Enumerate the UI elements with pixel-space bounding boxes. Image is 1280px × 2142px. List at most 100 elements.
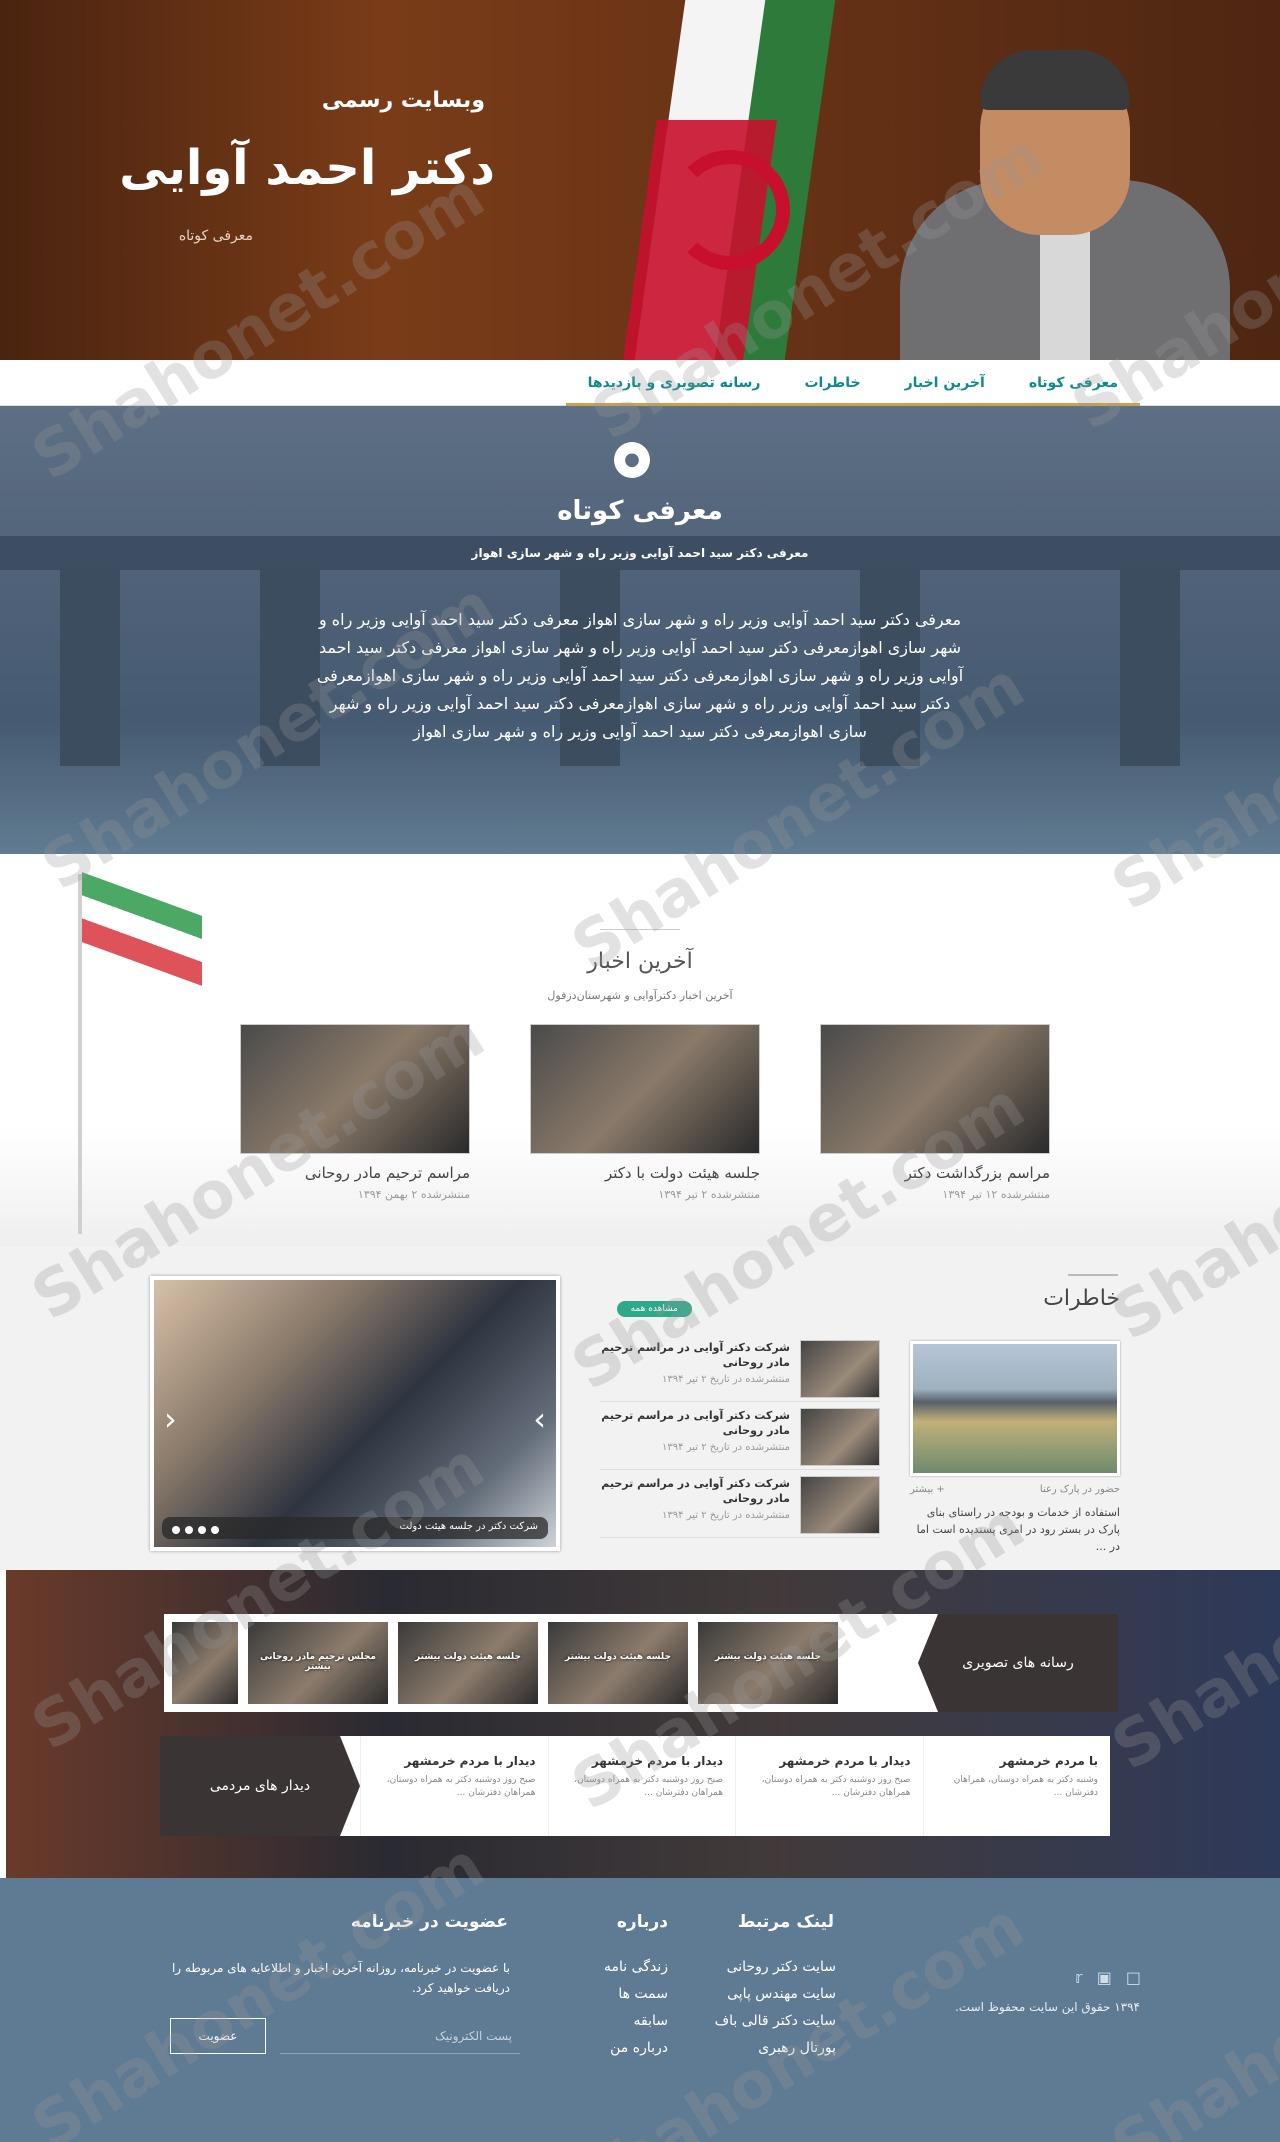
- copyright-text: ۱۳۹۴ حقوق این سایت محفوظ است.: [954, 2000, 1140, 2014]
- newsletter-heading: عضویت در خبرنامه: [350, 1912, 508, 1932]
- hero-title: دکتر احمد آوایی: [119, 140, 495, 196]
- visits-strip: دیدار های مردمی با مردم خرمشهر وشنبه دکت…: [160, 1736, 1110, 1836]
- news-card[interactable]: جلسه هیئت دولت با دکتر منتشرشده ۲ تیر ۱۳…: [530, 1024, 760, 1201]
- list-item-thumbnail[interactable]: [800, 1340, 880, 1398]
- news-card-title[interactable]: مراسم بزرگداشت دکتر: [820, 1164, 1050, 1182]
- links-heading: لینک مرتبط: [737, 1912, 834, 1932]
- slider-prev-icon[interactable]: ‹: [164, 1400, 177, 1438]
- instagram-icon[interactable]: ▣: [1097, 1968, 1112, 1987]
- news-card-image[interactable]: [820, 1024, 1050, 1154]
- visit-item[interactable]: دیدار با مردم خرمشهر صبح روز دوشنبه دکتر…: [547, 1736, 736, 1836]
- slider-caption: شرکت دکتر در جلسه هیئت دولت: [162, 1517, 548, 1539]
- join-button[interactable]: عضویت: [170, 2018, 266, 2054]
- hero-banner: وبسایت رسمی دکتر احمد آوایی معرفی کوتاه: [0, 0, 1280, 360]
- nav-item-media[interactable]: رسانه تصویری و بازدیدها: [565, 360, 783, 406]
- news-section: آخرین اخبار آخرین اخبار دکترآوایی و شهرس…: [0, 854, 1280, 1246]
- about-link[interactable]: زندگی نامه: [604, 1954, 668, 1981]
- list-item-thumbnail[interactable]: [800, 1476, 880, 1534]
- list-item[interactable]: شرکت دکتر آوایی در مراسم ترحیم مادر روحا…: [600, 1470, 880, 1538]
- related-link[interactable]: سایت مهندس پاپی: [715, 1981, 836, 2008]
- facebook-icon[interactable]: □: [1126, 1968, 1141, 1987]
- slider-dot[interactable]: [185, 1526, 193, 1534]
- intro-section: ● معرفی کوتاه معرفی دکتر سید احمد آوایی …: [0, 406, 1280, 854]
- memories-featured-desc: استفاده از خدمات و بودجه در راستای بنای …: [916, 1506, 1120, 1553]
- lightbulb-icon: ●: [614, 442, 650, 478]
- memories-featured-meta: حضور در پارک رعنا + بیشتر: [910, 1484, 1120, 1495]
- gallery-thumb-label: جلسه هیئت دولت بیشتر: [415, 1652, 521, 1662]
- visit-desc: صبح روز دوشنبه دکتر به همراه دوستان، همر…: [761, 1775, 911, 1798]
- list-item-date: منتشرشده در تاریخ ۲ تیر ۱۳۹۴: [662, 1442, 790, 1453]
- gallery-thumb[interactable]: مجلس ترحیم مادر روحانی بیشتر: [248, 1622, 388, 1704]
- news-card-date: منتشرشده ۲ تیر ۱۳۹۴: [658, 1188, 760, 1201]
- portrait-image: [900, 50, 1230, 360]
- news-card[interactable]: مراسم بزرگداشت دکتر منتشرشده ۱۲ تیر ۱۳۹۴: [820, 1024, 1050, 1201]
- gallery-strip: مجلس ترحیم مادر روحانی بیشتر جلسه هیئت د…: [164, 1614, 1118, 1712]
- news-card-date: منتشرشده ۱۲ تیر ۱۳۹۴: [942, 1188, 1050, 1201]
- list-item-title[interactable]: شرکت دکتر آوایی در مراسم ترحیم مادر روحا…: [600, 1408, 790, 1438]
- news-card-image[interactable]: [530, 1024, 760, 1154]
- visit-item[interactable]: با مردم خرمشهر وشنبه دکتر به همراه دوستا…: [922, 1736, 1111, 1836]
- list-item-title[interactable]: شرکت دکتر آوایی در مراسم ترحیم مادر روحا…: [600, 1340, 790, 1370]
- news-subheading: آخرین اخبار دکترآوایی و شهرستان‌دزفول: [547, 989, 733, 1002]
- gallery-thumb[interactable]: جلسه هیئت دولت بیشتر: [698, 1622, 838, 1704]
- about-link[interactable]: درباره من: [604, 2035, 668, 2062]
- footer: لینک مرتبط سایت دکتر روحانی سایت مهندس پ…: [0, 1878, 1280, 2142]
- social-links: 𝕣 ▣ □: [1075, 1968, 1141, 1987]
- visit-title[interactable]: با مردم خرمشهر: [936, 1754, 1098, 1768]
- related-links: سایت دکتر روحانی سایت مهندس پاپی سایت دک…: [715, 1954, 836, 2062]
- nav-item-news[interactable]: آخرین اخبار: [882, 360, 1007, 406]
- gallery-thumb-label: مجلس ترحیم مادر روحانی بیشتر: [260, 1652, 376, 1672]
- news-card-title[interactable]: جلسه هیئت دولت با دکتر: [530, 1164, 760, 1182]
- email-field[interactable]: [280, 2018, 520, 2054]
- related-link[interactable]: سایت دکتر روحانی: [715, 1954, 836, 1981]
- related-link[interactable]: سایت دکتر قالی باف: [715, 2008, 836, 2035]
- memories-featured-image[interactable]: [910, 1341, 1120, 1476]
- hero-subtitle: وبسایت رسمی: [321, 88, 485, 113]
- visit-item[interactable]: دیدار با مردم خرمشهر صبح روز دوشنبه دکتر…: [360, 1736, 548, 1836]
- list-item[interactable]: شرکت دکتر آوایی در مراسم ترحیم مادر روحا…: [600, 1334, 880, 1402]
- intro-heading: معرفی کوتاه: [557, 496, 723, 526]
- slider-next-icon[interactable]: ›: [533, 1400, 546, 1438]
- list-item[interactable]: شرکت دکتر آوایی در مراسم ترحیم مادر روحا…: [600, 1402, 880, 1470]
- image-slider[interactable]: ‹ › شرکت دکتر در جلسه هیئت دولت: [150, 1276, 560, 1551]
- see-all-button[interactable]: مشاهده همه: [616, 1301, 692, 1317]
- news-card-date: منتشرشده ۲ بهمن ۱۳۹۴: [357, 1188, 470, 1201]
- main-nav: معرفی کوتاه آخرین اخبار خاطرات رسانه تصو…: [0, 360, 1280, 406]
- news-card[interactable]: مراسم ترحیم مادر روحانی منتشرشده ۲ بهمن …: [240, 1024, 470, 1201]
- newsletter-text: با عضویت در خبرنامه، روزانه آخرین اخبار …: [171, 1961, 510, 1995]
- memories-list: شرکت دکتر آوایی در مراسم ترحیم مادر روحا…: [600, 1334, 880, 1538]
- list-item-title[interactable]: شرکت دکتر آوایی در مراسم ترحیم مادر روحا…: [600, 1476, 790, 1506]
- intro-body: معرفی دکتر سید احمد آوایی وزیر راه و شهر…: [316, 610, 964, 741]
- media-section: مجلس ترحیم مادر روحانی بیشتر جلسه هیئت د…: [6, 1570, 1280, 1878]
- twitter-icon[interactable]: 𝕣: [1075, 1968, 1083, 1987]
- visit-desc: صبح روز دوشنبه دکتر به همراه دوستان، همر…: [386, 1775, 536, 1798]
- slider-dots[interactable]: [172, 1526, 219, 1534]
- list-item-thumbnail[interactable]: [800, 1408, 880, 1466]
- gallery-label[interactable]: رسانه های تصویری: [918, 1614, 1118, 1712]
- gallery-thumb-label: جلسه هیئت دولت بیشتر: [715, 1652, 821, 1662]
- visit-item[interactable]: دیدار با مردم خرمشهر صبح روز دوشنبه دکتر…: [735, 1736, 923, 1836]
- hero-intro-link[interactable]: معرفی کوتاه: [179, 228, 253, 244]
- nav-item-memories[interactable]: خاطرات: [782, 360, 883, 406]
- about-link[interactable]: سابقه: [604, 2008, 668, 2035]
- slider-dot[interactable]: [198, 1526, 206, 1534]
- about-heading: درباره: [616, 1912, 668, 1932]
- nav-item-intro[interactable]: معرفی کوتاه: [1006, 360, 1140, 406]
- gallery-thumb[interactable]: جلسه هیئت دولت بیشتر: [398, 1622, 538, 1704]
- flag-emblem: [670, 150, 790, 270]
- related-link[interactable]: پورتال رهبری: [715, 2035, 836, 2062]
- gallery-thumb[interactable]: [172, 1622, 238, 1704]
- list-item-date: منتشرشده در تاریخ ۲ تیر ۱۳۹۴: [662, 1374, 790, 1385]
- gallery-thumb[interactable]: جلسه هیئت دولت بیشتر: [548, 1622, 688, 1704]
- slider-dot[interactable]: [172, 1526, 180, 1534]
- memories-more-link[interactable]: + بیشتر: [910, 1484, 945, 1495]
- slider-dot[interactable]: [211, 1526, 219, 1534]
- visit-title[interactable]: دیدار با مردم خرمشهر: [561, 1754, 723, 1768]
- news-card-title[interactable]: مراسم ترحیم مادر روحانی: [240, 1164, 470, 1182]
- news-heading: آخرین اخبار: [587, 949, 693, 974]
- news-card-image[interactable]: [240, 1024, 470, 1154]
- visit-title[interactable]: دیدار با مردم خرمشهر: [748, 1754, 910, 1768]
- about-link[interactable]: سمت ها: [604, 1981, 668, 2008]
- visit-title[interactable]: دیدار با مردم خرمشهر: [373, 1754, 535, 1768]
- visits-label[interactable]: دیدار های مردمی: [160, 1736, 360, 1836]
